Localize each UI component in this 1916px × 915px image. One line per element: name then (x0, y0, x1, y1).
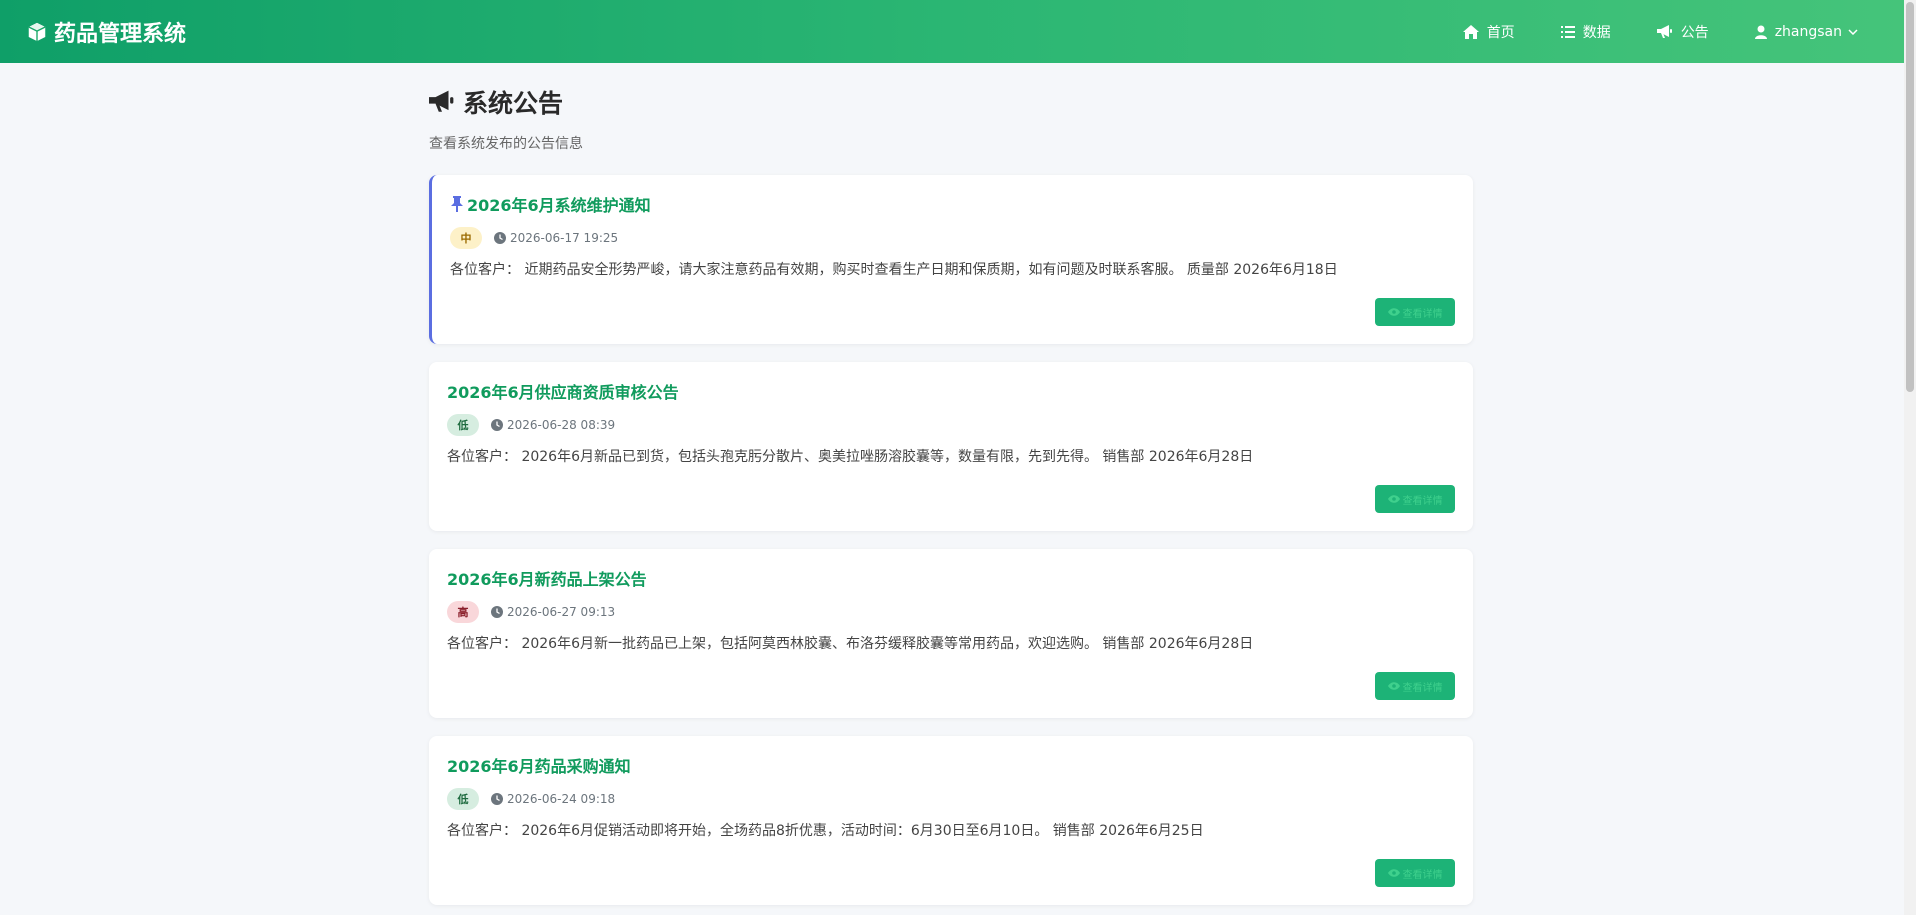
priority-badge: 低 (447, 414, 479, 436)
main-content: 系统公告 查看系统发布的公告信息 (429, 85, 1473, 153)
notice-title[interactable]: 2026年6月系统维护通知 (450, 193, 1455, 215)
notice-title[interactable]: 2026年6月供应商资质审核公告 (447, 380, 1455, 402)
notice-time: 2026-06-17 19:25 (494, 231, 618, 245)
notice-content: 各位客户： 2026年6月促销活动即将开始，全场药品8折优惠，活动时间：6月30… (447, 823, 1204, 839)
eye-icon (1387, 869, 1400, 877)
notice-card: 2026年6月供应商资质审核公告 低 2026-06-28 08:39 各位客户… (429, 362, 1473, 531)
pin-icon (451, 196, 463, 212)
scrollbar-thumb[interactable] (1906, 2, 1914, 392)
megaphone-icon (1656, 24, 1672, 38)
notice-time-text: 2026-06-24 09:18 (507, 792, 616, 806)
nav-home-label: 首页 (1486, 24, 1515, 41)
view-detail-label: 查看详情 (1402, 495, 1443, 507)
eye-icon (1387, 495, 1400, 503)
page-subtitle: 查看系统发布的公告信息 (429, 136, 583, 152)
page-title-text: 系统公告 (463, 89, 564, 118)
notice-time: 2026-06-28 08:39 (491, 418, 615, 432)
nav-menu: 首页 数据 公告 zhangsan (1417, 0, 1878, 63)
eye-icon (1387, 682, 1400, 690)
notice-content: 各位客户： 2026年6月新一批药品已上架，包括阿莫西林胶囊、布洛芬缓释胶囊等常… (447, 636, 1254, 652)
priority-badge: 高 (447, 601, 479, 623)
nav-notice-label: 公告 (1680, 24, 1709, 41)
notice-time: 2026-06-24 09:18 (491, 792, 615, 806)
notice-title-text: 2026年6月药品采购通知 (447, 757, 631, 776)
top-navbar: 药品管理系统 首页 数据 公告 zhangsan (0, 0, 1904, 63)
notice-time-text: 2026-06-28 08:39 (507, 418, 616, 432)
chevron-down-icon (1848, 28, 1858, 35)
page-title: 系统公告 (429, 85, 1473, 119)
notice-title-text: 2026年6月系统维护通知 (467, 196, 651, 215)
notice-title-text: 2026年6月新药品上架公告 (447, 570, 647, 589)
notice-time-text: 2026-06-27 09:13 (507, 605, 616, 619)
clock-icon (491, 793, 503, 805)
user-menu[interactable]: zhangsan (1754, 23, 1858, 40)
notice-content: 各位客户： 近期药品安全形势严峻，请大家注意药品有效期，购买时查看生产日期和保质… (450, 262, 1338, 278)
notice-card: 2026年6月新药品上架公告 高 2026-06-27 09:13 各位客户： … (429, 549, 1473, 718)
notice-meta: 低 2026-06-24 09:18 (447, 788, 1455, 810)
notice-title[interactable]: 2026年6月药品采购通知 (447, 754, 1455, 776)
eye-icon (1387, 308, 1400, 316)
nav-home[interactable]: 首页 (1462, 22, 1515, 42)
notice-meta: 高 2026-06-27 09:13 (447, 601, 1455, 623)
username: zhangsan (1774, 23, 1842, 40)
list-icon (1560, 25, 1575, 38)
clock-icon (494, 232, 506, 244)
user-icon (1754, 25, 1767, 39)
home-icon (1462, 24, 1479, 39)
clock-icon (491, 606, 503, 618)
view-detail-label: 查看详情 (1402, 308, 1443, 320)
view-detail-button[interactable]: 查看详情 (1375, 859, 1455, 887)
notice-meta: 中 2026-06-17 19:25 (450, 227, 1455, 249)
view-detail-button[interactable]: 查看详情 (1375, 485, 1455, 513)
cube-icon (28, 22, 46, 41)
nav-data[interactable]: 数据 (1560, 22, 1611, 42)
notice-content: 各位客户： 2026年6月新品已到货，包括头孢克肟分散片、奥美拉唑肠溶胶囊等，数… (447, 449, 1254, 465)
view-detail-label: 查看详情 (1402, 869, 1443, 881)
notice-time-text: 2026-06-17 19:25 (510, 231, 619, 245)
notice-title-text: 2026年6月供应商资质审核公告 (447, 383, 679, 402)
nav-data-label: 数据 (1582, 24, 1611, 41)
priority-badge: 低 (447, 788, 479, 810)
view-detail-label: 查看详情 (1402, 682, 1443, 694)
clock-icon (491, 419, 503, 431)
scrollbar[interactable] (1904, 0, 1916, 915)
notice-card: 2026年6月药品采购通知 低 2026-06-24 09:18 各位客户： 2… (429, 736, 1473, 905)
view-detail-button[interactable]: 查看详情 (1375, 672, 1455, 700)
notice-time: 2026-06-27 09:13 (491, 605, 615, 619)
priority-badge: 中 (450, 227, 482, 249)
megaphone-icon (429, 90, 454, 112)
notice-meta: 低 2026-06-28 08:39 (447, 414, 1455, 436)
view-detail-button[interactable]: 查看详情 (1375, 298, 1455, 326)
app-title: 药品管理系统 (54, 21, 187, 47)
notice-title[interactable]: 2026年6月新药品上架公告 (447, 567, 1455, 589)
brand[interactable]: 药品管理系统 (26, 16, 186, 48)
nav-notice[interactable]: 公告 (1656, 22, 1709, 42)
notice-card: 2026年6月系统维护通知 中 2026-06-17 19:25 各位客户： 近… (429, 175, 1473, 344)
